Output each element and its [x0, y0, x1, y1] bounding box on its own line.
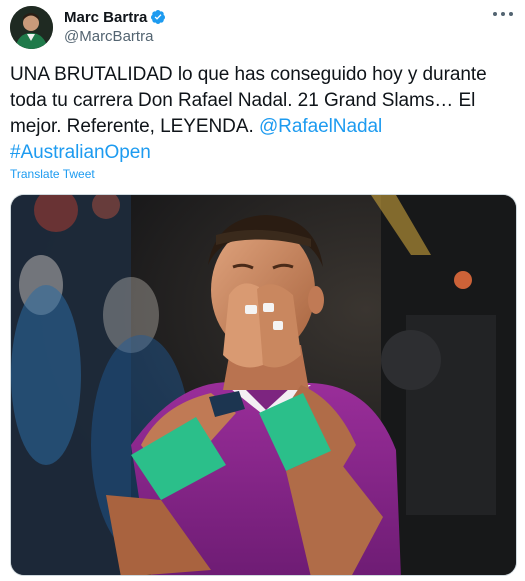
- tweet-text: UNA BRUTALIDAD lo que has conseguido hoy…: [10, 62, 517, 166]
- mention-link[interactable]: @RafaelNadal: [259, 116, 382, 137]
- author-handle[interactable]: @MarcBartra: [64, 28, 166, 45]
- more-options-icon[interactable]: [493, 12, 513, 18]
- tweet-text-plain: UNA BRUTALIDAD lo que has conseguido hoy…: [10, 64, 487, 137]
- author-names: Marc Bartra @MarcBartra: [64, 8, 166, 45]
- tweet-header: Marc Bartra @MarcBartra: [10, 6, 513, 50]
- tweet-card: Marc Bartra @MarcBartra UNA BRUTALIDAD l…: [0, 0, 525, 581]
- tweet-photo[interactable]: [10, 194, 517, 576]
- translate-tweet-link[interactable]: Translate Tweet: [10, 167, 95, 181]
- author-display-name[interactable]: Marc Bartra: [64, 9, 147, 26]
- verified-badge-icon: [150, 9, 166, 25]
- avatar[interactable]: [10, 6, 53, 49]
- hashtag-link[interactable]: #AustralianOpen: [10, 142, 151, 163]
